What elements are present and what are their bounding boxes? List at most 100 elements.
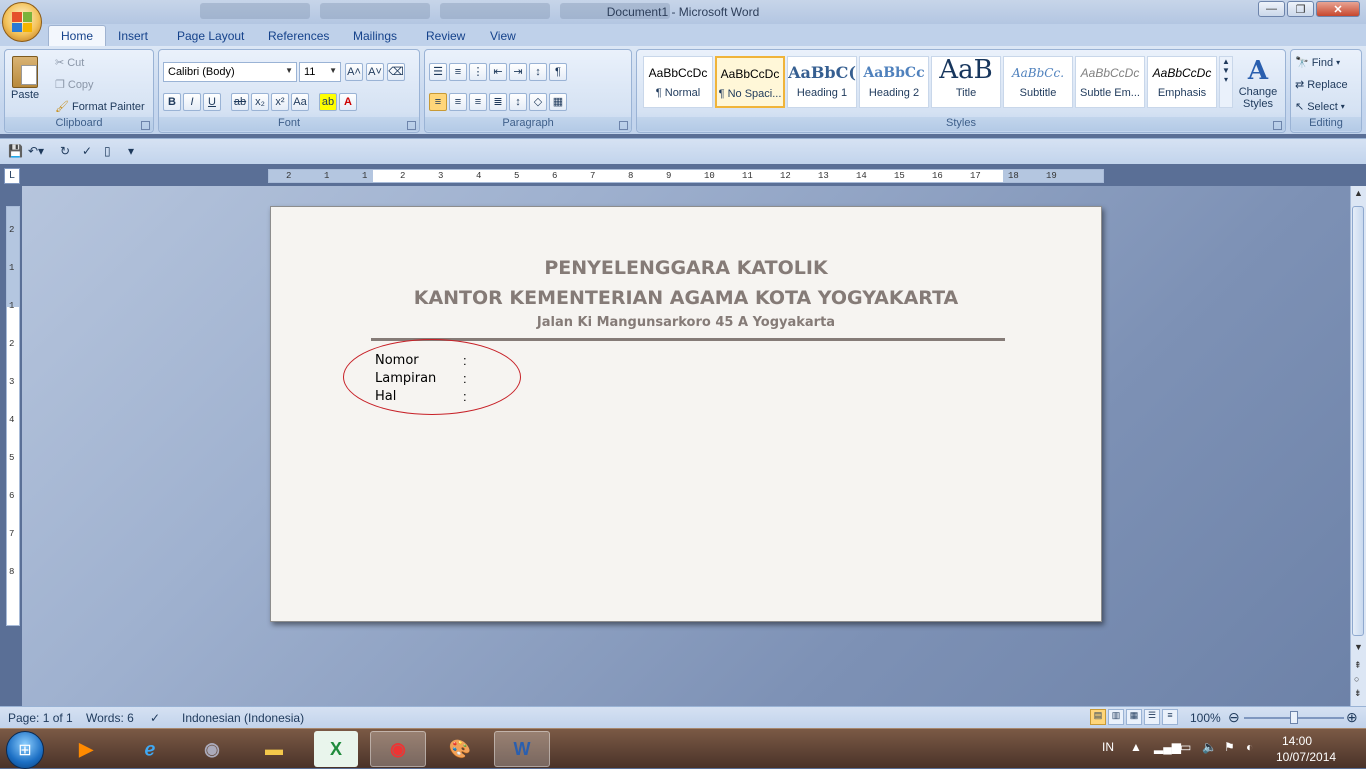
input-language[interactable]: IN [1102, 740, 1114, 754]
clipboard-launcher-icon[interactable] [141, 121, 150, 130]
print-layout-icon[interactable]: ▤ [1090, 709, 1106, 725]
next-page-icon[interactable]: ⇟ [1354, 688, 1362, 699]
paint-icon[interactable]: 🎨 [432, 731, 488, 767]
previous-page-icon[interactable]: ⇞ [1354, 660, 1362, 671]
change-case-icon[interactable]: Aa [291, 93, 309, 111]
customize-qat-icon[interactable]: ▾ [128, 144, 134, 158]
file-explorer-icon[interactable]: ▬ [246, 731, 302, 767]
italic-icon[interactable]: I [183, 93, 201, 111]
highlight-icon[interactable]: ab [319, 93, 337, 111]
horizontal-ruler[interactable]: 2 1 1 2 3 4 5 6 7 8 9 10 11 12 13 14 15 16 17 18 19 [268, 169, 1104, 183]
word-count[interactable]: Words: 6 [86, 711, 134, 725]
office-button[interactable] [2, 2, 42, 42]
tab-references[interactable]: References [268, 26, 329, 46]
web-layout-icon[interactable]: ▦ [1126, 709, 1142, 725]
decrease-indent-icon[interactable]: ⇤ [489, 63, 507, 81]
word-taskbar-icon[interactable]: W [494, 731, 550, 767]
zoom-slider-thumb[interactable] [1290, 711, 1298, 724]
save-icon[interactable]: 💾 [8, 144, 23, 158]
scroll-thumb[interactable] [1352, 206, 1364, 636]
styles-scroll[interactable]: ▲ ▼ ▾ [1219, 56, 1233, 108]
numbering-icon[interactable]: ≡ [449, 63, 467, 81]
clear-formatting-icon[interactable]: ⌫ [387, 63, 405, 81]
tab-home[interactable]: Home [48, 25, 107, 47]
pilcrow-icon[interactable]: ¶ [549, 63, 567, 81]
underline-icon[interactable]: U [203, 93, 221, 111]
line-spacing-icon[interactable]: ↕ [509, 93, 527, 111]
redo-icon[interactable]: ↻ [60, 144, 70, 158]
clock-date[interactable]: 10/07/2014 [1276, 750, 1336, 764]
superscript-icon[interactable]: x² [271, 93, 289, 111]
justify-icon[interactable]: ≣ [489, 93, 507, 111]
maximize-button[interactable]: ❐ [1287, 1, 1314, 17]
spelling-icon[interactable]: ✓ [82, 144, 92, 158]
internet-explorer-icon[interactable]: ℯ [122, 731, 178, 767]
tab-mailings[interactable]: Mailings [353, 26, 397, 46]
strikethrough-icon[interactable]: ab [231, 93, 249, 111]
multilevel-list-icon[interactable]: ⋮ [469, 63, 487, 81]
style-no-spacing[interactable]: AaBbCcDc ¶ No Spaci... [715, 56, 785, 108]
tab-view[interactable]: View [490, 26, 516, 46]
network-icon[interactable]: ◐ [1246, 740, 1253, 754]
format-painter-button[interactable]: 🖌 Format Painter [55, 100, 145, 114]
grow-font-icon[interactable]: A˄ [345, 63, 363, 81]
excel-icon[interactable]: X [314, 731, 358, 767]
sort-icon[interactable]: ↕ [529, 63, 547, 81]
tab-insert[interactable]: Insert [118, 26, 148, 46]
find-button[interactable]: 🔭 Find ▾ [1295, 56, 1340, 70]
battery-icon[interactable]: ▭ [1180, 740, 1191, 754]
signal-icon[interactable]: ▂▄▆ [1154, 740, 1181, 754]
full-screen-reading-icon[interactable]: ▥ [1108, 709, 1124, 725]
bold-icon[interactable]: B [163, 93, 181, 111]
replace-button[interactable]: ⇄ Replace [1295, 78, 1348, 92]
font-size-select[interactable]: 11 ▼ [299, 62, 341, 82]
vertical-scrollbar[interactable]: ▲ ▼ ⇞ ○ ⇟ [1350, 186, 1366, 706]
cut-button[interactable]: ✂ Cut [55, 56, 84, 70]
subscript-icon[interactable]: x₂ [251, 93, 269, 111]
zoom-out-icon[interactable]: ⊖ [1228, 709, 1240, 726]
style-subtle-emphasis[interactable]: AaBbCcDc Subtle Em... [1075, 56, 1145, 108]
styles-launcher-icon[interactable] [1273, 121, 1282, 130]
page-count[interactable]: Page: 1 of 1 [8, 711, 73, 725]
minimize-button[interactable]: — [1258, 1, 1285, 17]
tab-review[interactable]: Review [426, 26, 465, 46]
shading-icon[interactable]: ◇ [529, 93, 547, 111]
close-button[interactable]: ✕ [1316, 1, 1360, 17]
scroll-down-icon[interactable]: ▼ [1354, 642, 1363, 652]
document-page[interactable]: PENYELENGGARA KATOLIK KANTOR KEMENTERIAN… [270, 206, 1102, 622]
paste-button[interactable]: Paste [11, 56, 39, 101]
outline-icon[interactable]: ☰ [1144, 709, 1160, 725]
media-center-icon[interactable]: ◉ [184, 731, 240, 767]
change-styles-button[interactable]: A Change Styles [1237, 56, 1279, 110]
volume-icon[interactable]: 🔈 [1202, 740, 1217, 754]
draft-icon[interactable]: ≡ [1162, 709, 1178, 725]
style-normal[interactable]: AaBbCcDc ¶ Normal [643, 56, 713, 108]
vertical-ruler[interactable]: 2 1 1 2 3 4 5 6 7 8 [6, 206, 20, 626]
align-center-icon[interactable]: ≡ [449, 93, 467, 111]
style-title[interactable]: AaB Title [931, 56, 1001, 108]
new-document-icon[interactable]: ▯ [104, 144, 111, 158]
align-right-icon[interactable]: ≡ [469, 93, 487, 111]
style-heading-2[interactable]: AaBbCc Heading 2 [859, 56, 929, 108]
shrink-font-icon[interactable]: A˅ [366, 63, 384, 81]
select-button[interactable]: ↖ Select ▾ [1295, 100, 1345, 114]
tab-page-layout[interactable]: Page Layout [177, 26, 244, 46]
media-player-icon[interactable]: ▶ [58, 731, 114, 767]
style-heading-1[interactable]: AaBbC(Heading 1 [787, 56, 857, 108]
copy-button[interactable]: ❐ Copy [55, 78, 94, 92]
font-launcher-icon[interactable] [407, 121, 416, 130]
start-button[interactable]: ⊞ [6, 731, 44, 769]
increase-indent-icon[interactable]: ⇥ [509, 63, 527, 81]
paragraph-launcher-icon[interactable] [619, 121, 628, 130]
tab-selector-icon[interactable]: L [4, 168, 20, 184]
borders-icon[interactable]: ▦ [549, 93, 567, 111]
action-center-icon[interactable]: ⚑ [1224, 740, 1235, 754]
browse-object-icon[interactable]: ○ [1354, 674, 1359, 684]
bullets-icon[interactable]: ☰ [429, 63, 447, 81]
zoom-in-icon[interactable]: ⊕ [1346, 709, 1358, 726]
font-family-select[interactable]: Calibri (Body) ▼ [163, 62, 297, 82]
font-color-icon[interactable]: A [339, 93, 357, 111]
style-emphasis[interactable]: AaBbCcDc Emphasis [1147, 56, 1217, 108]
undo-icon[interactable]: ↶▾ [28, 144, 44, 158]
show-hidden-icons[interactable]: ▲ [1130, 740, 1142, 754]
